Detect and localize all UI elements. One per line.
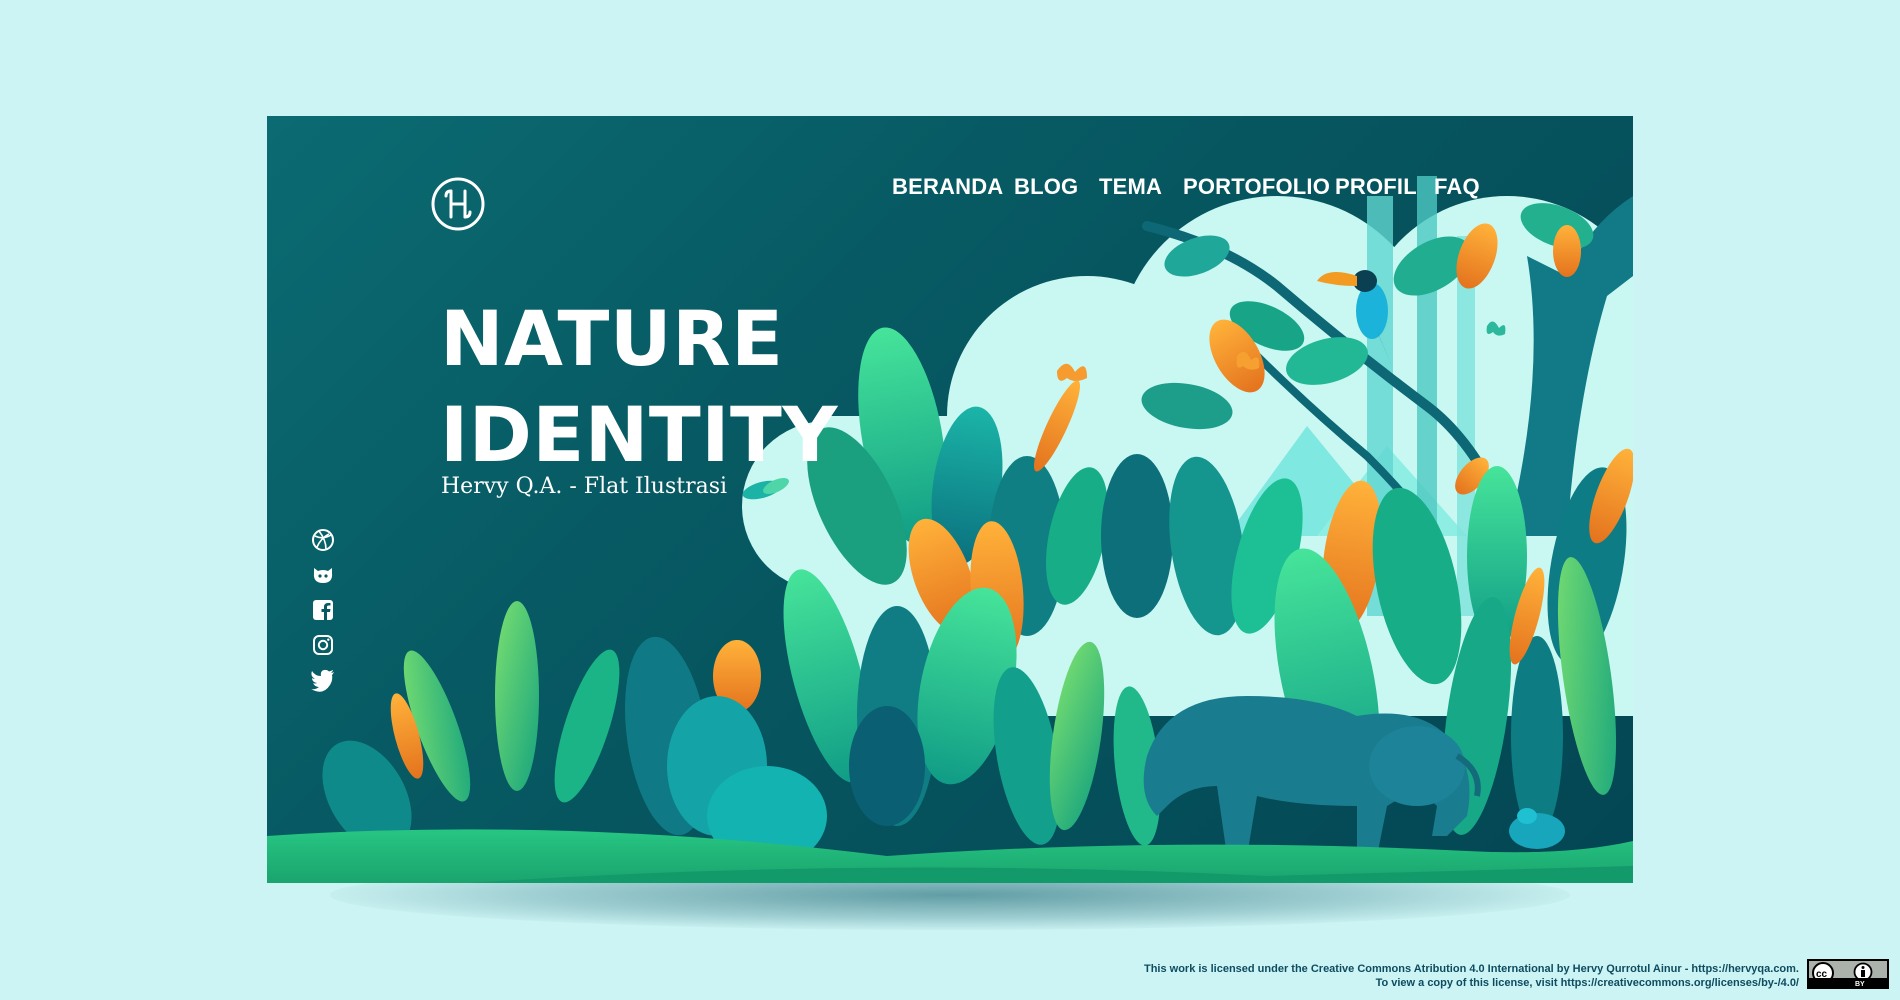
frog: [1509, 808, 1565, 849]
github-icon[interactable]: [310, 562, 336, 588]
cc-by-badge[interactable]: cc BY: [1807, 959, 1889, 989]
hero-subtitle: Hervy Q.A. - Flat Ilustrasi: [441, 474, 796, 500]
hero-title-line2: IDENTITY: [440, 390, 838, 479]
nav-portofolio[interactable]: PORTOFOLIO: [1183, 174, 1330, 200]
license-text: This work is licensed under the Creative…: [1144, 962, 1799, 990]
license-line2: To view a copy of this license, visit ht…: [1375, 977, 1799, 989]
badge-by-label: BY: [1855, 981, 1865, 988]
nav-tema[interactable]: TEMA: [1099, 174, 1162, 200]
nav-beranda[interactable]: BERANDA: [892, 174, 1003, 200]
hero-title: NATURE IDENTITY: [440, 291, 838, 483]
twitter-icon[interactable]: [310, 667, 336, 693]
social-links: [310, 527, 338, 702]
hero-title-line1: NATURE: [440, 294, 784, 383]
badge-bar: [1809, 978, 1887, 987]
dribbble-icon[interactable]: [310, 527, 336, 553]
hero-subtitle-text: Hervy Q.A. - Flat Ilustrasi: [441, 474, 728, 499]
hero-card: BERANDA BLOG TEMA PORTOFOLIO PROFIL FAQ …: [267, 116, 1633, 883]
license-line1: This work is licensed under the Creative…: [1143, 963, 1799, 975]
nav-profil[interactable]: PROFIL: [1335, 174, 1417, 200]
main-nav: BERANDA BLOG TEMA PORTOFOLIO PROFIL FAQ: [267, 174, 1633, 214]
nav-faq[interactable]: FAQ: [1434, 174, 1480, 200]
facebook-icon[interactable]: [310, 597, 336, 623]
nav-blog[interactable]: BLOG: [1014, 174, 1078, 200]
panther: [1143, 696, 1481, 856]
instagram-icon[interactable]: [310, 632, 336, 658]
leaf-icon: [742, 477, 789, 500]
